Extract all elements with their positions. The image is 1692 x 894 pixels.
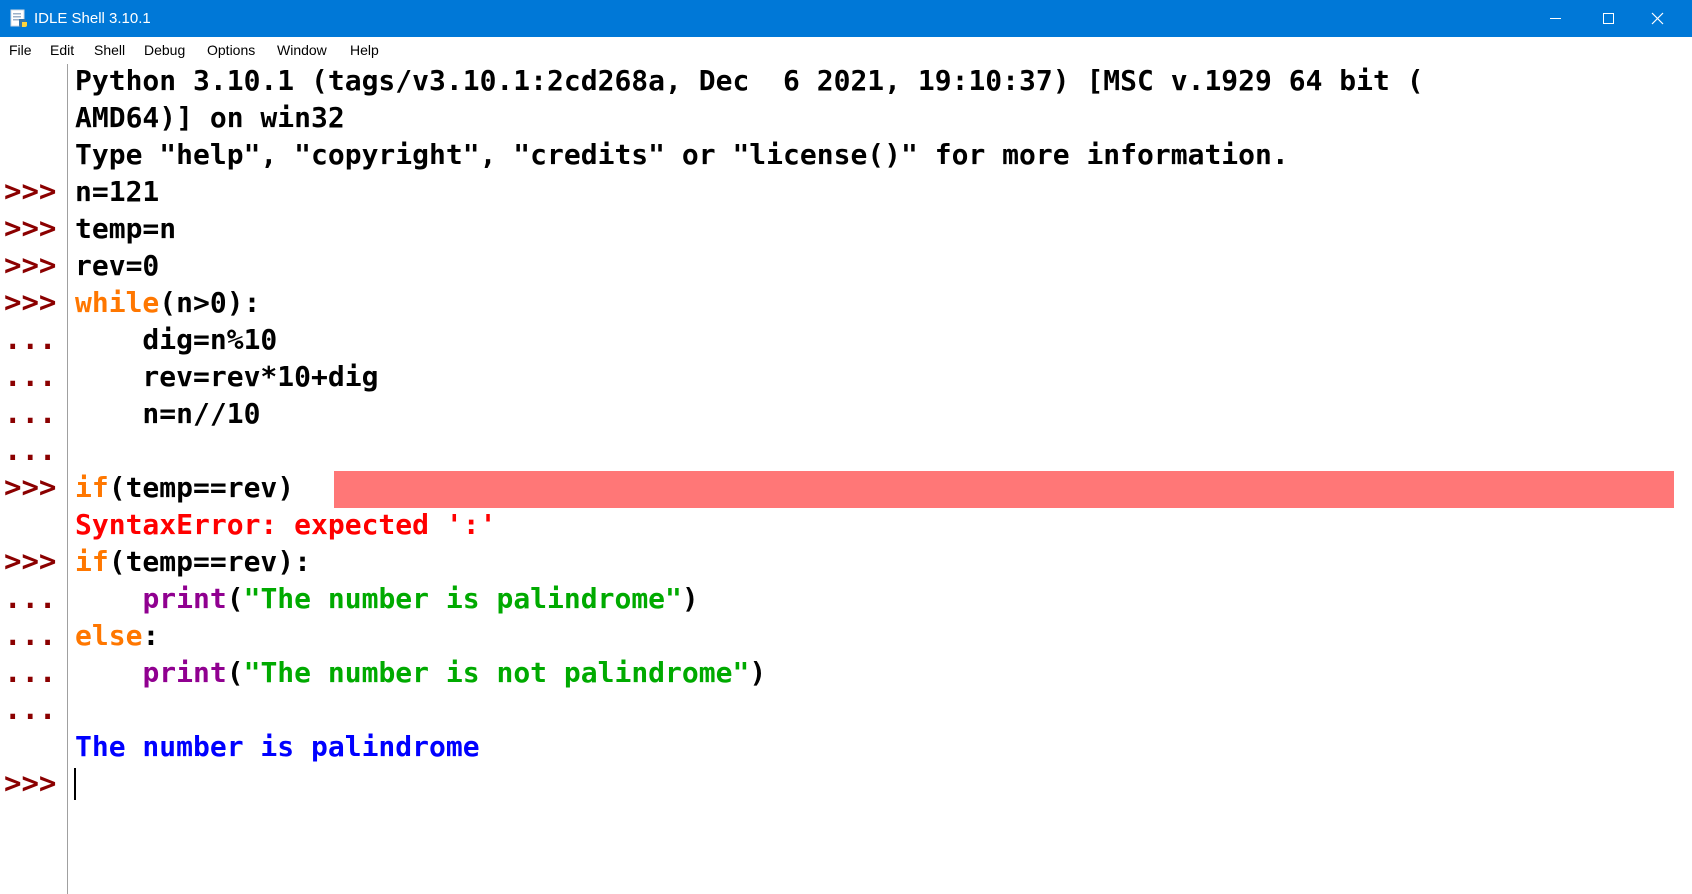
code-line: rev=0 — [75, 249, 160, 282]
menu-file[interactable]: File — [9, 42, 32, 59]
banner-line: Python 3.10.1 (tags/v3.10.1:2cd268a, Dec… — [75, 64, 1424, 97]
prompt-marker: >>> — [4, 174, 57, 208]
string-literal: "The number is palindrome" — [243, 582, 682, 615]
keyword-while: while — [75, 286, 160, 319]
syntax-error-highlight — [334, 471, 1674, 508]
close-button[interactable] — [1634, 0, 1692, 37]
prompt-marker: >>> — [4, 470, 57, 504]
paren: ( — [226, 582, 244, 615]
code-text: (temp==rev) — [108, 471, 295, 504]
code-text: (n>0): — [159, 286, 261, 319]
banner-line: AMD64)] on win32 — [75, 101, 345, 134]
code-text: : — [142, 619, 160, 652]
code-text: (temp==rev): — [108, 545, 312, 578]
keyword-if: if — [75, 471, 109, 504]
minimize-icon — [1550, 18, 1561, 19]
builtin-print: print — [142, 582, 227, 615]
code-line: rev=rev*10+dig — [75, 360, 379, 393]
continuation-marker: ... — [4, 322, 57, 356]
syntax-error-message: SyntaxError: expected ':' — [75, 508, 497, 541]
code-line: print("The number is not palindrome") — [75, 654, 766, 691]
paren: ) — [749, 656, 767, 689]
menu-edit[interactable]: Edit — [50, 42, 74, 59]
code-line: temp=n — [75, 212, 177, 245]
prompt-marker: >>> — [4, 766, 57, 800]
code-line: dig=n%10 — [75, 323, 278, 356]
minimize-button[interactable] — [1526, 0, 1584, 37]
builtin-print: print — [142, 656, 227, 689]
code-line: n=121 — [75, 175, 160, 208]
idle-shell-window: IDLE Shell 3.10.1 File Edit Shell Debug … — [0, 0, 1692, 894]
paren: ) — [681, 582, 699, 615]
menu-options[interactable]: Options — [207, 42, 255, 59]
prompt-marker: >>> — [4, 285, 57, 319]
prompt-gutter: >>> >>> >>> >>> ... ... ... ... >>> >>> … — [0, 64, 68, 894]
code-line: print("The number is palindrome") — [75, 580, 699, 617]
continuation-marker: ... — [4, 655, 57, 689]
title-bar[interactable]: IDLE Shell 3.10.1 — [0, 0, 1692, 37]
string-literal: "The number is not palindrome" — [243, 656, 750, 689]
menu-window[interactable]: Window — [277, 42, 327, 59]
prompt-marker: >>> — [4, 211, 57, 245]
window-title: IDLE Shell 3.10.1 — [34, 10, 151, 27]
code-line: if(temp==rev) — [75, 469, 294, 506]
banner-line: Type "help", "copyright", "credits" or "… — [75, 138, 1289, 171]
menu-help[interactable]: Help — [350, 42, 379, 59]
shell-text-area[interactable]: >>> >>> >>> >>> ... ... ... ... >>> >>> … — [0, 64, 1692, 894]
prompt-marker: >>> — [4, 248, 57, 282]
code-line: while(n>0): — [75, 284, 260, 321]
code-line: if(temp==rev): — [75, 543, 311, 580]
continuation-marker: ... — [4, 581, 57, 615]
python-idle-icon — [10, 9, 27, 27]
text-cursor — [74, 768, 76, 800]
code-line: n=n//10 — [75, 397, 261, 430]
paren: ( — [226, 656, 244, 689]
code-line: else: — [75, 617, 159, 654]
prompt-marker: >>> — [4, 544, 57, 578]
menu-bar: File Edit Shell Debug Options Window Hel… — [0, 37, 1692, 64]
menu-debug[interactable]: Debug — [144, 42, 185, 59]
program-output: The number is palindrome — [75, 730, 480, 763]
continuation-marker: ... — [4, 396, 57, 430]
keyword-else: else — [75, 619, 143, 652]
close-icon — [1651, 12, 1664, 25]
menu-shell[interactable]: Shell — [94, 42, 125, 59]
continuation-marker: ... — [4, 433, 57, 467]
keyword-if: if — [75, 545, 109, 578]
continuation-marker: ... — [4, 359, 57, 393]
continuation-marker: ... — [4, 692, 57, 726]
continuation-marker: ... — [4, 618, 57, 652]
